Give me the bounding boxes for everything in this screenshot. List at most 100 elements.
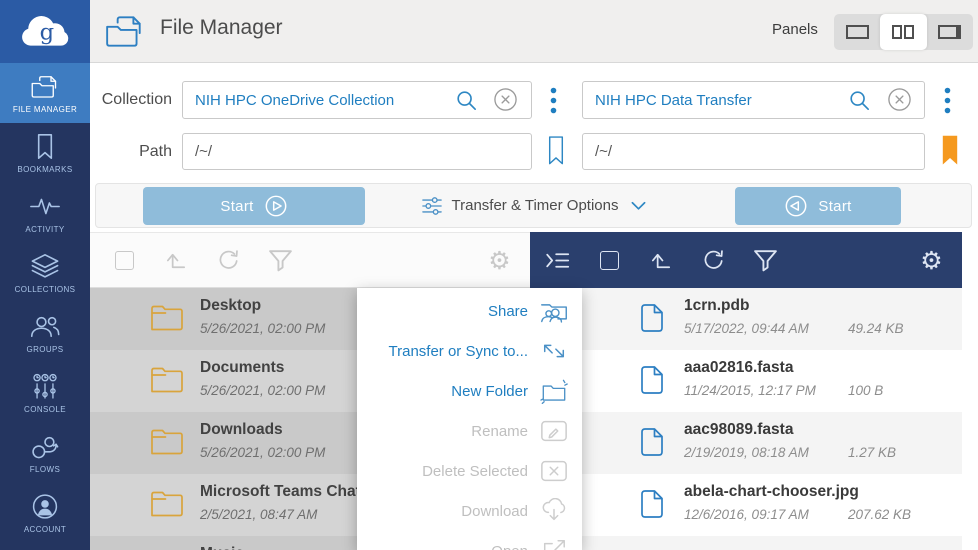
file-icon <box>640 303 664 333</box>
pulse-icon <box>30 192 60 220</box>
clear-collection-icon[interactable] <box>887 87 912 112</box>
start-transfer-left-button[interactable]: Start <box>143 187 365 225</box>
transfer-timer-options-label: Transfer & Timer Options <box>452 197 619 214</box>
refresh-icon[interactable] <box>700 247 727 274</box>
bookmark-outline-icon[interactable] <box>547 133 565 169</box>
file-icon <box>640 489 664 519</box>
menu-item-download[interactable]: Download <box>357 491 582 531</box>
open-icon <box>539 537 569 550</box>
file-icon <box>640 365 664 395</box>
menu-item-new-folder[interactable]: New Folder <box>357 371 582 411</box>
search-icon[interactable] <box>848 89 870 111</box>
select-all-checkbox-icon[interactable] <box>596 247 623 274</box>
ribbon-icon <box>30 132 60 160</box>
one-panel-icon <box>846 25 869 39</box>
path-input-right[interactable] <box>582 133 925 170</box>
menu-item-transfer-or-sync-to[interactable]: Transfer or Sync to... <box>357 331 582 371</box>
folder-icon <box>150 303 184 332</box>
panel-layout-2-button[interactable] <box>880 14 926 50</box>
play-right-icon <box>264 194 288 218</box>
person-icon <box>30 492 60 520</box>
console-icon <box>30 372 60 400</box>
sliders-icon <box>422 196 442 216</box>
globus-file-manager-app: g FILE MANAGER BOOKMARKS ACTIVITY COLLEC… <box>0 0 978 550</box>
start-transfer-right-button[interactable]: Start <box>735 187 901 225</box>
rename-icon <box>539 417 569 445</box>
start-right-label: Start <box>818 198 851 215</box>
sidebar-nav: FILE MANAGER BOOKMARKS ACTIVITY COLLECTI… <box>0 63 90 543</box>
file-row[interactable] <box>530 536 962 550</box>
flows-icon <box>30 432 60 460</box>
panels-label: Panels <box>772 21 818 38</box>
refresh-icon[interactable] <box>215 247 242 274</box>
menu-item-open[interactable]: Open <box>357 531 582 550</box>
globus-cloud-icon: g <box>16 12 74 52</box>
select-all-checkbox-icon[interactable] <box>111 247 138 274</box>
menu-item-share[interactable]: Share <box>357 291 582 331</box>
up-one-folder-icon[interactable] <box>648 247 675 274</box>
panel-layout-1-button[interactable] <box>834 14 880 50</box>
page-title: File Manager <box>160 16 283 40</box>
context-menu: Share Transfer or Sync to... New Folder … <box>357 288 582 550</box>
folder-copy-icon <box>30 72 60 100</box>
people-icon <box>30 312 60 340</box>
sidebar-item-file-manager[interactable]: FILE MANAGER <box>0 63 90 123</box>
transfer-timer-options-toggle[interactable]: Transfer & Timer Options <box>422 184 646 227</box>
folder-icon <box>150 427 184 456</box>
svg-text:g: g <box>40 19 55 45</box>
sidebar-item-collections[interactable]: COLLECTIONS <box>0 243 90 303</box>
globus-logo[interactable]: g <box>0 0 90 63</box>
transfer-icon <box>539 337 569 365</box>
share-icon <box>539 297 569 325</box>
file-row[interactable]: aaa02816.fasta 11/24/2015, 12:17 PM 100 … <box>530 350 962 412</box>
right-file-list: 1crn.pdb 5/17/2022, 09:44 AM 49.24 KB aa… <box>530 288 962 550</box>
three-panel-icon <box>938 25 961 39</box>
sidebar-item-activity[interactable]: ACTIVITY <box>0 183 90 243</box>
two-panel-icon <box>904 25 914 39</box>
collection-menu-right-icon[interactable] <box>944 87 951 114</box>
transfer-strip: Start Transfer & Timer Options Start <box>95 183 972 228</box>
clear-collection-icon[interactable] <box>493 87 518 112</box>
menu-item-delete-selected[interactable]: Delete Selected <box>357 451 582 491</box>
collection-input-right[interactable] <box>582 81 925 119</box>
settings-gear-icon[interactable]: ⚙ <box>486 247 513 274</box>
sidebar-item-groups[interactable]: GROUPS <box>0 303 90 363</box>
right-panel-toolbar: ⚙ <box>530 232 962 288</box>
filter-icon[interactable] <box>267 247 294 274</box>
search-icon[interactable] <box>455 89 477 111</box>
delete-icon <box>539 457 569 485</box>
layers-icon <box>30 252 60 280</box>
sidebar-item-account[interactable]: ACCOUNT <box>0 483 90 543</box>
play-left-icon <box>784 194 808 218</box>
folder-icon <box>150 365 184 394</box>
path-label: Path <box>95 143 172 161</box>
sidebar-item-bookmarks[interactable]: BOOKMARKS <box>0 123 90 183</box>
download-icon <box>539 497 569 525</box>
panel-layout-switcher <box>834 14 973 50</box>
file-row[interactable]: 1crn.pdb 5/17/2022, 09:44 AM 49.24 KB <box>530 288 962 350</box>
file-row[interactable]: aac98089.fasta 2/19/2019, 08:18 AM 1.27 … <box>530 412 962 474</box>
settings-gear-icon[interactable]: ⚙ <box>918 247 945 274</box>
sidebar-item-console[interactable]: CONSOLE <box>0 363 90 423</box>
path-input-left[interactable] <box>182 133 532 170</box>
folder-icon <box>150 489 184 518</box>
collection-label: Collection <box>95 91 172 109</box>
file-icon <box>640 427 664 457</box>
new-folder-icon <box>539 377 569 405</box>
panel-layout-3-button[interactable] <box>927 14 973 50</box>
collection-menu-left-icon[interactable] <box>550 87 557 114</box>
transfer-list-toggle-icon[interactable] <box>544 247 571 274</box>
sidebar-item-flows[interactable]: FLOWS <box>0 423 90 483</box>
start-left-label: Start <box>220 198 253 215</box>
sidebar: g FILE MANAGER BOOKMARKS ACTIVITY COLLEC… <box>0 0 90 550</box>
file-row[interactable]: abela-chart-chooser.jpg 12/6/2016, 09:17… <box>530 474 962 536</box>
header: File Manager Panels <box>90 0 978 63</box>
left-panel-toolbar: ⚙ <box>90 232 530 288</box>
menu-item-rename[interactable]: Rename <box>357 411 582 451</box>
up-one-folder-icon[interactable] <box>163 247 190 274</box>
two-panel-icon <box>892 25 902 39</box>
chevron-down-icon <box>631 201 646 211</box>
bookmark-filled-icon[interactable] <box>941 133 959 169</box>
collection-input-left[interactable] <box>182 81 532 119</box>
filter-icon[interactable] <box>752 247 779 274</box>
